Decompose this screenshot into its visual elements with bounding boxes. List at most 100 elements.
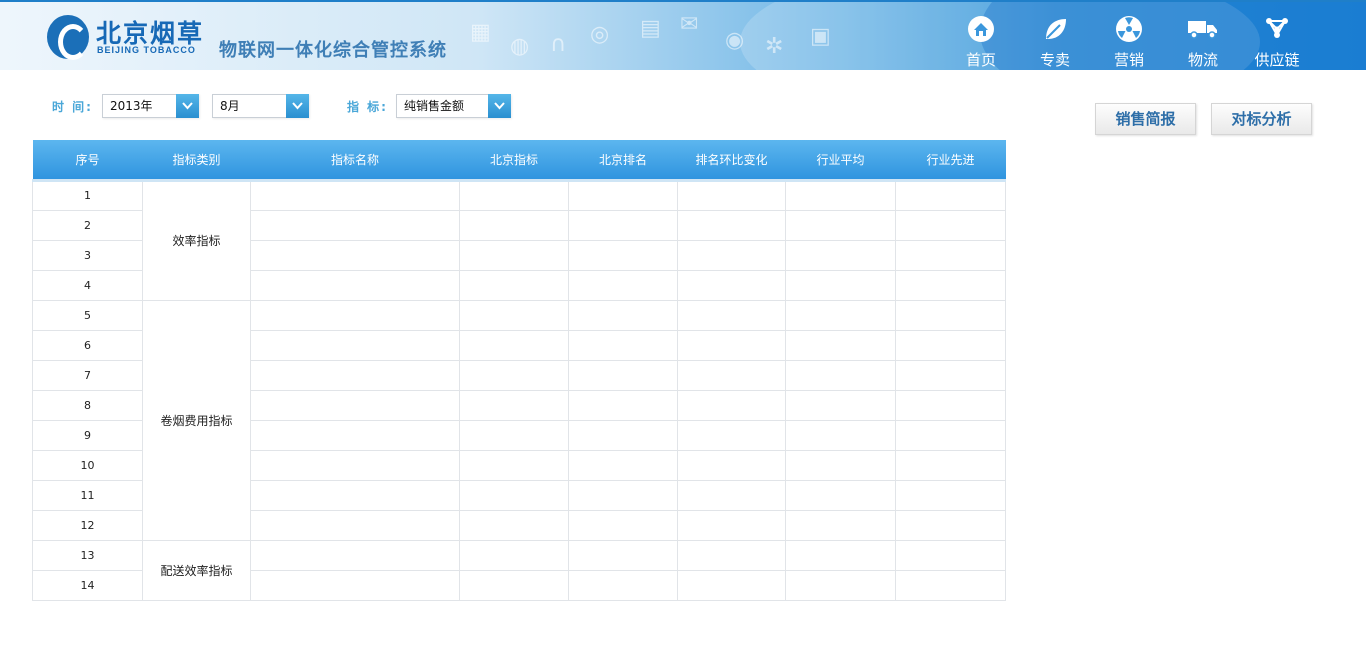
table-cell	[250, 569, 460, 601]
column-header: 排名环比变化	[677, 140, 786, 180]
table-cell	[568, 569, 678, 601]
table-cell	[785, 239, 896, 271]
logo-icon	[47, 15, 89, 60]
table-cell	[459, 299, 569, 331]
chart-icon: ▤	[640, 16, 661, 41]
gear-icon: ✲	[765, 34, 784, 59]
row-index-cell: 12	[32, 509, 143, 541]
category-cell: 配送效率指标	[142, 539, 251, 601]
table-cell	[677, 179, 786, 211]
table-cell	[785, 479, 896, 511]
table-cell	[250, 449, 460, 481]
table-cell	[568, 209, 678, 241]
category-cell: 卷烟费用指标	[142, 299, 251, 541]
table-cell	[677, 479, 786, 511]
calculator-icon: ▦	[470, 20, 491, 45]
table-cell	[895, 389, 1006, 421]
indicator-select-value: 纯销售金额	[404, 99, 465, 113]
column-header: 北京指标	[459, 140, 569, 180]
table-cell	[785, 329, 896, 361]
table-cell	[568, 509, 678, 541]
compass-icon: ◎	[590, 22, 610, 47]
column-header: 行业先进	[895, 140, 1006, 180]
row-index-cell: 11	[32, 479, 143, 511]
row-index-cell: 2	[32, 209, 143, 241]
table-cell	[568, 539, 678, 571]
table-cell	[250, 269, 460, 301]
table-cell	[250, 329, 460, 361]
nav-label: 专卖	[1039, 51, 1070, 69]
table-cell	[250, 239, 460, 271]
table-cell	[895, 299, 1006, 331]
table-header-row: 序号 指标类别 指标名称 北京指标 北京排名 排名环比变化 行业平均 行业先进	[32, 140, 1006, 180]
row-index-cell: 14	[32, 569, 143, 601]
column-header: 序号	[32, 140, 143, 180]
table-cell	[459, 269, 569, 301]
nav-item-marketing[interactable]: 营销	[1092, 12, 1166, 70]
filter-bar: 时 间: 2013年 8月 指 标: 纯销售金额	[52, 94, 522, 118]
time-label: 时 间:	[52, 100, 93, 114]
table-cell	[895, 449, 1006, 481]
table-cell	[677, 269, 786, 301]
logo-subtext: BEIJING TOBACCO	[97, 45, 196, 55]
nav-label: 首页	[965, 51, 996, 69]
table-cell	[568, 269, 678, 301]
nav-label: 供应链	[1254, 51, 1300, 69]
table-cell	[250, 419, 460, 451]
table-cell	[677, 449, 786, 481]
table-cell	[568, 389, 678, 421]
table-cell	[895, 479, 1006, 511]
table-cell	[250, 359, 460, 391]
signal-icon: ◉	[725, 28, 745, 53]
table-cell	[459, 449, 569, 481]
table-cell	[677, 569, 786, 601]
table-cell	[785, 359, 896, 391]
table-cell	[677, 389, 786, 421]
nav-item-logistics[interactable]: 物流	[1166, 12, 1240, 70]
table-row: 5 卷烟费用指标	[32, 299, 1006, 541]
table-cell	[250, 389, 460, 421]
table-cell	[568, 419, 678, 451]
table-cell	[250, 299, 460, 331]
table-cell	[459, 329, 569, 361]
sales-report-button[interactable]: 销售简报	[1095, 103, 1196, 135]
table-cell	[895, 179, 1006, 211]
row-index-cell: 4	[32, 269, 143, 301]
benchmark-analysis-button[interactable]: 对标分析	[1211, 103, 1312, 135]
table-cell	[568, 239, 678, 271]
table-cell	[785, 299, 896, 331]
mail-icon: ✉	[680, 12, 699, 37]
table-cell	[568, 179, 678, 211]
nav-item-monopoly[interactable]: 专卖	[1018, 12, 1092, 70]
table-cell	[895, 359, 1006, 391]
year-select[interactable]: 2013年	[102, 94, 199, 118]
table-cell	[785, 389, 896, 421]
home-icon	[944, 12, 1018, 46]
table-cell	[895, 239, 1006, 271]
nav-item-home[interactable]: 首页	[944, 12, 1018, 70]
chevron-down-icon	[488, 94, 511, 118]
nav-item-supply-chain[interactable]: 供应链	[1240, 12, 1314, 70]
table-cell	[785, 269, 896, 301]
column-header: 行业平均	[785, 140, 896, 180]
headset-icon: ∩	[550, 32, 567, 57]
table-cell	[459, 359, 569, 391]
month-select[interactable]: 8月	[212, 94, 309, 118]
column-header: 北京排名	[568, 140, 678, 180]
table-cell	[250, 209, 460, 241]
table-cell	[677, 209, 786, 241]
indicator-select[interactable]: 纯销售金额	[396, 94, 511, 118]
row-index-cell: 5	[32, 299, 143, 331]
table-cell	[785, 179, 896, 211]
globe-icon: ◍	[510, 34, 530, 59]
leaf-icon	[1018, 12, 1092, 46]
system-title: 物联网一体化综合管控系统	[219, 40, 447, 61]
row-index-cell: 8	[32, 389, 143, 421]
table-cell	[459, 209, 569, 241]
table-cell	[677, 359, 786, 391]
table-cell	[250, 479, 460, 511]
column-header: 指标名称	[250, 140, 460, 180]
table-cell	[459, 509, 569, 541]
chevron-down-icon	[286, 94, 309, 118]
table-cell	[459, 389, 569, 421]
